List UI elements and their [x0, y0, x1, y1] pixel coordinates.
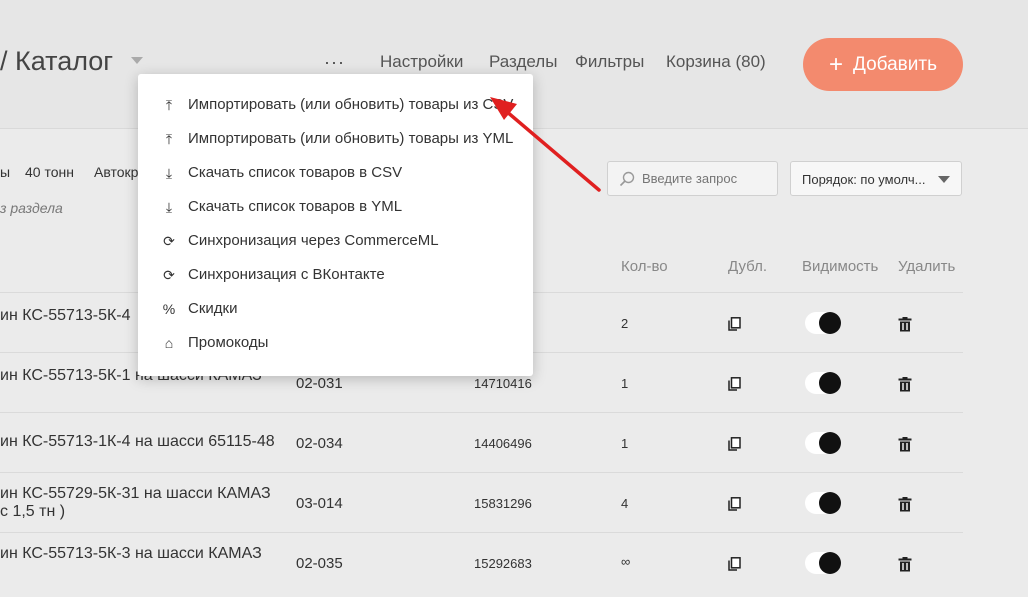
download-icon: ⤓	[165, 198, 173, 215]
duplicate-icon[interactable]	[728, 497, 741, 511]
menu-item-download-csv[interactable]: ⤓ Скачать список товаров в CSV	[138, 156, 533, 190]
menu-item-import-csv[interactable]: ⤒ Импортировать (или обновить) товары из…	[138, 88, 533, 122]
upload-icon: ⤒	[165, 96, 173, 113]
table-row[interactable]: ин КС-55713-5К-3 на шасси КАМАЗ 02-035 1…	[0, 532, 963, 593]
duplicate-icon[interactable]	[728, 377, 741, 391]
visibility-toggle[interactable]	[805, 312, 841, 334]
product-sku: 03-014	[296, 495, 343, 512]
menu-item-sync-vk[interactable]: ⟳ Синхронизация с ВКонтакте	[138, 258, 533, 292]
chevron-down-icon	[938, 176, 950, 183]
sort-select-value: Порядок: по умолч...	[802, 172, 926, 187]
product-code: 15292683	[474, 556, 532, 571]
product-code: 14710416	[474, 376, 532, 391]
upload-icon: ⤒	[165, 130, 173, 147]
search-icon	[619, 171, 635, 187]
chevron-down-icon[interactable]	[131, 57, 143, 64]
menu-item-label: Импортировать (или обновить) товары из C…	[188, 96, 514, 113]
sync-icon: ⟳	[163, 266, 175, 283]
menu-item-discounts[interactable]: % Скидки	[138, 292, 533, 326]
menu-item-label: Промокоды	[188, 334, 269, 351]
visibility-toggle[interactable]	[805, 432, 841, 454]
product-qty: ∞	[621, 554, 631, 569]
nav-settings[interactable]: Настройки	[380, 52, 463, 72]
toggle-knob	[819, 492, 841, 514]
percent-icon: %	[162, 301, 176, 317]
nav-sections[interactable]: Разделы	[489, 52, 557, 72]
product-name[interactable]: ин КС-55713-1К-4 на шасси 65115-48	[0, 433, 275, 451]
product-qty: 1	[621, 376, 629, 391]
add-button-label: Добавить	[853, 53, 937, 75]
trash-icon[interactable]	[898, 377, 912, 392]
menu-item-label: Скачать список товаров в YML	[188, 198, 403, 215]
column-header-qty: Кол-во	[621, 258, 668, 275]
product-code: 14406496	[474, 436, 532, 451]
toggle-knob	[819, 312, 841, 334]
column-header-duplicate: Дубл.	[728, 258, 767, 275]
nav-cart[interactable]: Корзина (80)	[666, 52, 766, 72]
sort-select[interactable]: Порядок: по умолч...	[790, 161, 962, 196]
column-header-delete: Удалить	[898, 258, 956, 275]
filter-chip[interactable]: ы	[0, 164, 10, 180]
menu-item-label: Скачать список товаров в CSV	[188, 164, 403, 181]
trash-icon[interactable]	[898, 497, 912, 512]
visibility-toggle[interactable]	[805, 492, 841, 514]
menu-item-sync-commerceml[interactable]: ⟳ Синхронизация через CommerceML	[138, 224, 533, 258]
toggle-knob	[819, 372, 841, 394]
visibility-toggle[interactable]	[805, 372, 841, 394]
product-qty: 2	[621, 316, 629, 331]
menu-item-import-yml[interactable]: ⤒ Импортировать (или обновить) товары из…	[138, 122, 533, 156]
tag-icon: ⌂	[164, 335, 174, 351]
download-icon: ⤓	[165, 164, 173, 181]
product-code: 15831296	[474, 496, 532, 511]
column-header-visibility: Видимость	[802, 258, 879, 275]
trash-icon[interactable]	[898, 557, 912, 572]
duplicate-icon[interactable]	[728, 437, 741, 451]
product-sku: 02-035	[296, 555, 343, 572]
duplicate-icon[interactable]	[728, 317, 741, 331]
nav-filters[interactable]: Фильтры	[575, 52, 644, 72]
page-title: / Каталог	[0, 46, 114, 76]
filter-chip[interactable]: 40 тонн	[25, 164, 74, 180]
add-button[interactable]: + Добавить	[803, 38, 963, 91]
menu-item-download-yml[interactable]: ⤓ Скачать список товаров в YML	[138, 190, 533, 224]
menu-item-label: Скидки	[188, 300, 238, 317]
table-row[interactable]: ин КС-55713-1К-4 на шасси 65115-48 02-03…	[0, 412, 963, 473]
sync-icon: ⟳	[163, 232, 175, 249]
trash-icon[interactable]	[898, 317, 912, 332]
menu-item-label: Импортировать (или обновить) товары из Y…	[188, 130, 514, 147]
toggle-knob	[819, 432, 841, 454]
section-note: з раздела	[0, 200, 63, 216]
product-name[interactable]: ин КС-55713-5К-4	[0, 307, 131, 325]
more-menu-button[interactable]: ···	[324, 52, 345, 73]
visibility-toggle[interactable]	[805, 552, 841, 574]
toggle-knob	[819, 552, 841, 574]
product-qty: 4	[621, 496, 629, 511]
table-row[interactable]: ин КС-55729-5К-31 на шасси КАМАЗ с 1,5 тн…	[0, 472, 963, 533]
product-name[interactable]: ин КС-55729-5К-31 на шасси КАМАЗ с 1,5 тн…	[0, 485, 271, 521]
filter-chip[interactable]: Автокр	[94, 164, 138, 180]
menu-item-label: Синхронизация через CommerceML	[188, 232, 439, 249]
product-qty: 1	[621, 436, 629, 451]
duplicate-icon[interactable]	[728, 557, 741, 571]
menu-item-label: Синхронизация с ВКонтакте	[188, 266, 385, 283]
search-input[interactable]	[642, 162, 772, 195]
more-dropdown-menu: ⤒ Импортировать (или обновить) товары из…	[138, 74, 533, 376]
product-name[interactable]: ин КС-55713-5К-3 на шасси КАМАЗ	[0, 545, 262, 563]
plus-icon: +	[829, 50, 844, 78]
search-box[interactable]	[607, 161, 778, 196]
trash-icon[interactable]	[898, 437, 912, 452]
product-sku: 02-034	[296, 435, 343, 452]
menu-item-promocodes[interactable]: ⌂ Промокоды	[138, 326, 533, 360]
product-sku: 02-031	[296, 375, 343, 392]
